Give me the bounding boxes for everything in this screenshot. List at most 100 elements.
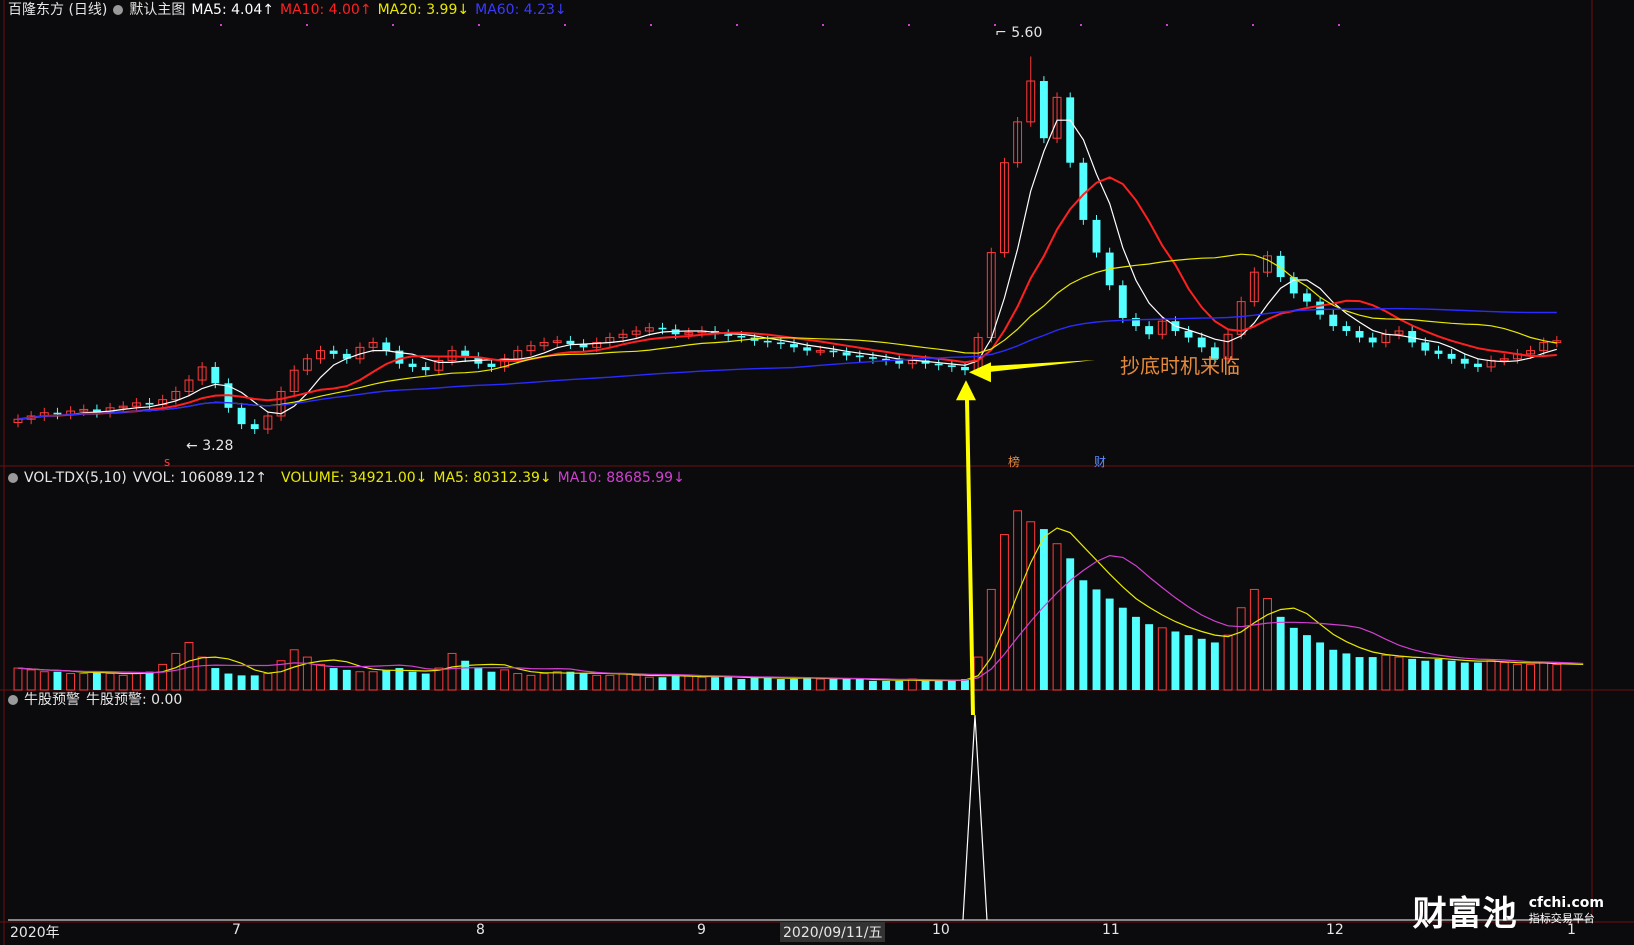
candle-body-down [329,350,338,354]
volume-bar-down [1079,580,1088,690]
ma10-legend: MA10: 4.00↑ [280,2,372,18]
volume-bar-up [592,674,602,691]
main-chart-header: 百隆东方 (日线) 默认主图 MA5: 4.04↑ MA10: 4.00↑ MA20: … [8,0,573,20]
candle-body-down [1473,363,1482,367]
volume-bar-down [1303,635,1311,690]
volume-bar-down [790,679,798,690]
watermark: 财富池 cfchi.com 指标交易平台 [1413,886,1604,935]
indicator-value: 牛股预警: 0.00 [86,692,183,708]
candle-body-down [1421,342,1430,351]
volume-bar-up [316,663,325,691]
volume-bar-down [921,680,930,690]
watermark-subtitle: 指标交易平台 [1528,911,1595,925]
volume-bar-down [1197,638,1206,690]
volume-bar-up [986,588,996,691]
volume-bar-up [815,678,825,691]
stock-title[interactable]: 百隆东方 (日线) [8,2,107,18]
candle-body-down [868,357,877,359]
candle-body-down [1447,353,1456,359]
volume-bar-up [500,669,510,691]
volume-bar-down [1447,660,1456,690]
candle-body-down [1145,326,1154,335]
volume-bar-down [474,668,483,690]
signal-arrow-shaft-horizontal [988,360,1095,372]
vol-ma5-legend: MA5: 80312.39↓ [433,470,552,486]
volume-bar-down [1355,657,1364,690]
candle-body-down [1368,337,1377,343]
top-marker-dot [1080,24,1082,26]
x-tick-month: 12 [1326,922,1344,938]
x-tick-year: 2020年 [10,925,60,941]
volume-bar-down [1434,658,1443,690]
volume-bar-down [763,677,772,690]
indicator-header: 牛股预警 牛股预警: 0.00 [8,690,188,710]
candle-body-down [776,342,785,345]
settings-dot-icon[interactable] [113,5,124,15]
candle-body-down [237,407,246,425]
volume-bar-down [421,673,430,690]
volume-settings-dot-icon[interactable] [8,473,18,483]
volume-bar-down [868,680,877,690]
candle-body-down [1118,285,1127,318]
candle-body-down [145,402,154,405]
candle-body-down [487,363,496,367]
candle-body-down [1092,219,1101,253]
volume-bar-up [684,674,694,691]
volume-bar-up [1263,598,1272,691]
volume-bar-up [131,673,141,691]
volume-bar-down [895,680,904,690]
volume-bar-up [118,674,128,691]
volume-bar-up [105,673,115,691]
volume-bar-up [171,652,181,691]
candle-body-down [408,363,417,367]
candle-body-down [250,424,259,430]
top-marker-dot [736,24,738,26]
volume-indicator-label[interactable]: VOL-TDX(5,10) [24,470,127,486]
volume-bar-up [973,656,983,691]
indicator-settings-dot-icon[interactable] [8,695,18,705]
volume-bar-up [1223,634,1233,691]
candle-body-down [790,344,798,348]
volume-bar-up [1499,662,1509,691]
volume-bar-up [1486,660,1496,691]
volume-bar-up [289,649,299,691]
top-marker-dot [908,24,910,26]
indicator-label[interactable]: 牛股预警 [24,692,80,708]
volume-bar-down [1171,631,1180,690]
marker-s[interactable]: s [164,455,170,469]
volume-bar-down [1329,649,1338,690]
volume-bar-down [724,677,733,690]
volume-bar-down [250,675,259,690]
candle-body-down [1342,326,1351,332]
volume-bar-up [618,673,628,691]
candle-body-down [961,366,969,371]
volume-bar-down [408,671,417,690]
marker-cai[interactable]: 财 [1094,453,1106,470]
volume-bar-down [237,675,246,690]
main-chart-label[interactable]: 默认主图 [129,2,185,18]
candle-body-down [934,363,943,366]
volume-bar-up [434,667,444,691]
high-price-label: ⌐ 5.60 [995,25,1043,41]
candle-body-down [855,355,864,358]
volume-bar-up [1026,521,1036,691]
volume-bar-down [1118,607,1127,690]
volume-bar-up [79,673,89,691]
volume-bar-down [329,668,338,690]
volume-bar-down [92,671,101,690]
volume-bar-down [1105,598,1114,690]
candle-body-down [658,327,667,330]
volume-bar-up [1394,656,1404,691]
volume-legend: VOLUME: 34921.00↓ [281,470,428,486]
volume-bar-up [263,673,273,691]
volume-bar-up [539,673,549,691]
volume-bar-down [566,671,575,690]
candle-body-down [1316,301,1325,315]
volume-bar-down [224,673,233,690]
candle-body-down [1355,331,1364,338]
x-tick-month: 9 [697,922,706,938]
volume-bar-down [342,669,351,690]
vol-ma10-legend: MA10: 88685.99↓ [557,470,685,486]
marker-bang[interactable]: 榜 [1008,453,1020,470]
candle-body-down [763,340,772,343]
